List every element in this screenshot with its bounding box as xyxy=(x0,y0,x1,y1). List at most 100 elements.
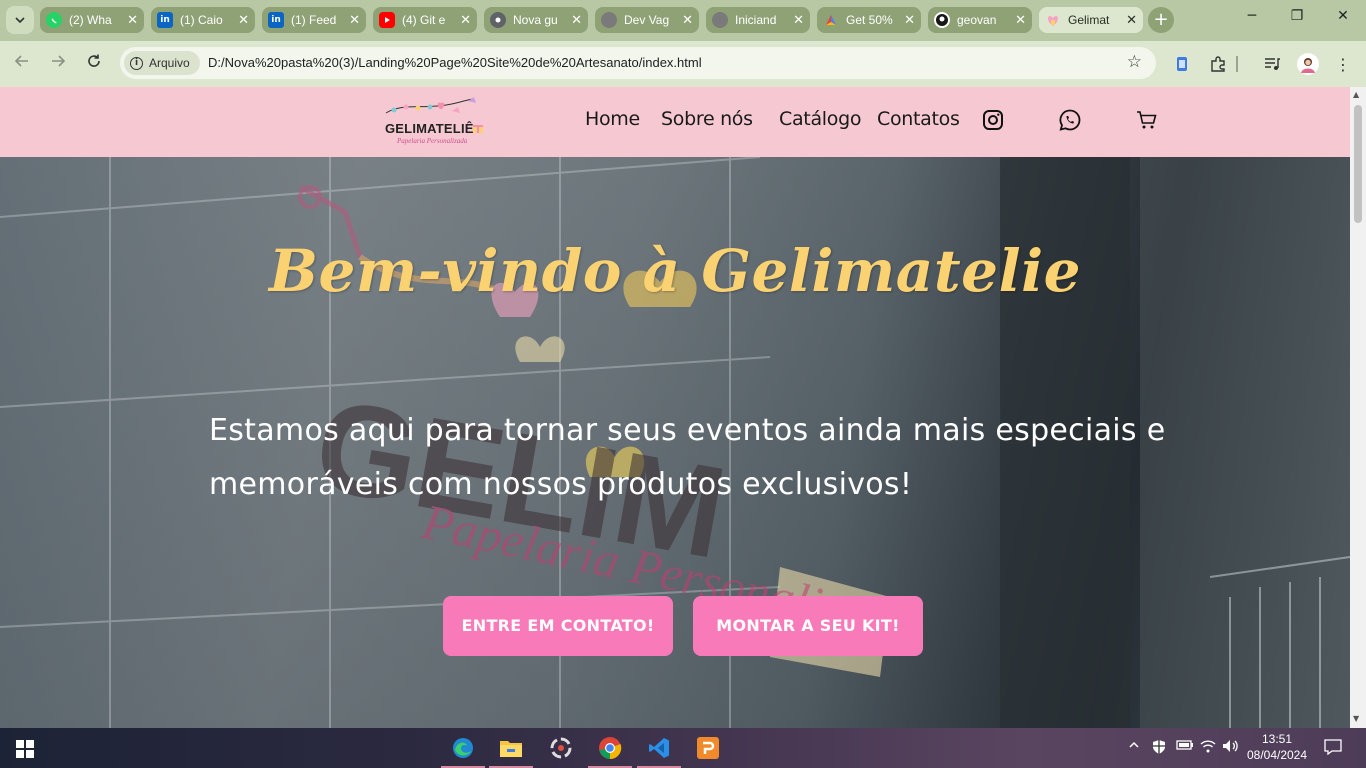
logo-subtitle: Papelaria Personalizada xyxy=(397,137,468,145)
toolbar-divider xyxy=(1236,56,1238,72)
notifications-icon[interactable] xyxy=(1324,739,1342,759)
nav-link-home[interactable]: Home xyxy=(585,108,640,130)
chevron-up-icon[interactable] xyxy=(1128,739,1140,755)
google-icon xyxy=(823,12,839,28)
chevron-down-icon xyxy=(15,17,25,24)
profile-avatar[interactable] xyxy=(1297,53,1319,75)
browser-tab[interactable]: Nova gu ✕ xyxy=(484,7,588,33)
reload-icon xyxy=(88,54,100,67)
tab-title: (4) Git e xyxy=(402,13,446,27)
gelimatelie-icon xyxy=(1045,12,1061,28)
browser-tab-active[interactable]: Gelimat ✕ xyxy=(1039,7,1143,33)
browser-tab[interactable]: in (1) Feed ✕ xyxy=(262,7,366,33)
build-kit-button[interactable]: MONTAR A SEU KIT! xyxy=(693,596,923,656)
obs-icon[interactable] xyxy=(547,734,575,762)
site-info-chip[interactable]: i Arquivo xyxy=(124,51,200,75)
whatsapp-icon[interactable] xyxy=(1058,108,1082,132)
close-icon[interactable]: ✕ xyxy=(1126,13,1137,28)
nav-link-contatos[interactable]: Contatos xyxy=(877,108,960,130)
close-window-button[interactable]: ✕ xyxy=(1328,8,1358,24)
file-explorer-icon[interactable] xyxy=(489,734,533,768)
close-icon[interactable]: ✕ xyxy=(349,13,360,28)
browser-tab[interactable]: Dev Vag ✕ xyxy=(595,7,699,33)
tab-title: (1) Feed xyxy=(291,13,337,27)
browser-tab[interactable]: geovan ✕ xyxy=(928,7,1032,33)
restore-button[interactable]: ❐ xyxy=(1282,8,1312,24)
new-tab-button[interactable]: + xyxy=(1148,7,1174,33)
close-icon[interactable]: ✕ xyxy=(793,13,804,28)
close-icon[interactable]: ✕ xyxy=(127,13,138,28)
battery-icon[interactable] xyxy=(1176,739,1194,755)
page-viewport: GELIMATELIÊ Papelaria Personalizada Home… xyxy=(0,87,1350,728)
close-icon[interactable]: ✕ xyxy=(238,13,249,28)
media-controls-icon[interactable] xyxy=(1262,54,1282,74)
browser-tab[interactable]: Get 50% ✕ xyxy=(817,7,921,33)
edge-icon[interactable] xyxy=(441,734,485,768)
logo-name: GELIMATELIÊ xyxy=(385,121,474,136)
logo-gift-icon xyxy=(473,125,483,133)
bookmark-star-icon[interactable]: ☆ xyxy=(1127,52,1142,72)
page-scrollbar[interactable]: ▲ ▼ xyxy=(1350,87,1366,728)
tab-title: Iniciand xyxy=(735,13,777,27)
wifi-icon[interactable] xyxy=(1200,739,1216,757)
windows-start-icon[interactable] xyxy=(16,740,34,758)
more-menu-icon[interactable]: ⋮ xyxy=(1333,54,1353,74)
tab-title: (1) Caio xyxy=(180,13,223,27)
scroll-down-icon[interactable]: ▼ xyxy=(1353,714,1359,723)
close-icon[interactable]: ✕ xyxy=(682,13,693,28)
hero-subtitle: Estamos aqui para tornar seus eventos ai… xyxy=(209,413,1166,502)
browser-tab[interactable]: (4) Git e ✕ xyxy=(373,7,477,33)
info-icon: i xyxy=(130,56,143,70)
contact-button[interactable]: ENTRE EM CONTATO! xyxy=(443,596,673,656)
windows-taskbar: 13:51 08/04/2024 xyxy=(0,728,1366,768)
logo-garland-icon xyxy=(385,97,476,114)
browser-toolbar: i Arquivo D:/Nova%20pasta%20(3)/Landing%… xyxy=(0,41,1366,87)
globe-icon xyxy=(601,12,617,28)
volume-icon[interactable] xyxy=(1222,739,1240,757)
github-icon xyxy=(934,12,950,28)
linkedin-icon: in xyxy=(268,12,284,28)
chrome-icon xyxy=(490,12,506,28)
clock-date: 08/04/2024 xyxy=(1246,748,1308,762)
minimize-button[interactable]: ─ xyxy=(1237,8,1267,24)
nav-link-sobre[interactable]: Sobre nós xyxy=(661,108,753,130)
cart-icon[interactable] xyxy=(1135,108,1159,132)
extensions-icon[interactable] xyxy=(1208,54,1228,74)
address-bar[interactable]: i Arquivo D:/Nova%20pasta%20(3)/Landing%… xyxy=(120,47,1156,79)
taskbar-clock[interactable]: 13:51 08/04/2024 xyxy=(1246,731,1308,763)
security-shield-icon[interactable] xyxy=(1151,739,1167,759)
hero-section: GELIM Papelaria Personalizada Bem-vindo … xyxy=(0,157,1350,728)
linkedin-icon: in xyxy=(157,12,173,28)
site-info-label: Arquivo xyxy=(149,56,190,70)
site-header: GELIMATELIÊ Papelaria Personalizada Home… xyxy=(0,87,1350,157)
browser-tabstrip: (2) Wha ✕ in (1) Caio ✕ in (1) Feed ✕ (4… xyxy=(0,0,1366,41)
close-icon[interactable]: ✕ xyxy=(904,13,915,28)
tab-title: Nova gu xyxy=(513,13,558,27)
browser-tab[interactable]: in (1) Caio ✕ xyxy=(151,7,255,33)
scroll-up-icon[interactable]: ▲ xyxy=(1353,90,1359,99)
vscode-icon[interactable] xyxy=(637,734,681,768)
browser-tab[interactable]: Iniciand ✕ xyxy=(706,7,810,33)
tab-title: Gelimat xyxy=(1068,13,1110,27)
whatsapp-icon xyxy=(46,12,62,28)
close-icon[interactable]: ✕ xyxy=(460,13,471,28)
tab-search-button[interactable] xyxy=(6,6,34,34)
globe-icon xyxy=(712,12,728,28)
forward-button[interactable] xyxy=(47,53,69,75)
browser-tab[interactable]: (2) Wha ✕ xyxy=(40,7,144,33)
site-logo[interactable]: GELIMATELIÊ Papelaria Personalizada xyxy=(382,95,492,149)
nav-link-catalogo[interactable]: Catálogo xyxy=(779,108,862,130)
tab-title: Dev Vag xyxy=(624,13,670,27)
scrollbar-thumb[interactable] xyxy=(1354,105,1362,223)
hero-title: Bem-vindo à Gelimatelie xyxy=(268,237,1082,305)
back-button[interactable] xyxy=(11,53,33,75)
close-icon[interactable]: ✕ xyxy=(1015,13,1026,28)
pdf-app-icon[interactable] xyxy=(694,734,722,762)
chrome-icon[interactable] xyxy=(588,734,632,768)
close-icon[interactable]: ✕ xyxy=(571,13,582,28)
clipboard-icon[interactable] xyxy=(1172,54,1192,74)
url-text[interactable]: D:/Nova%20pasta%20(3)/Landing%20Page%20S… xyxy=(208,55,702,70)
reload-button[interactable] xyxy=(83,53,105,75)
instagram-icon[interactable] xyxy=(981,108,1005,132)
tab-title: (2) Wha xyxy=(69,13,112,27)
